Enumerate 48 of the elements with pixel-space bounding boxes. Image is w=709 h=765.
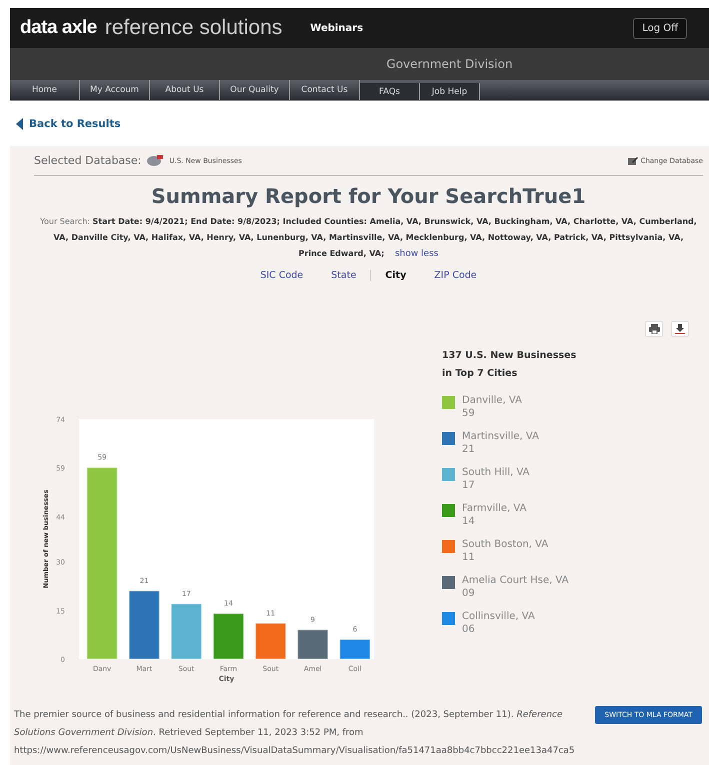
bar bbox=[212, 613, 244, 660]
legend-count: 06 bbox=[462, 624, 476, 635]
bar bbox=[128, 590, 160, 660]
legend-city: Danville, VA bbox=[462, 395, 522, 406]
report-title: Summary Report for Your SearchTrue1 bbox=[150, 184, 587, 208]
legend-count: 59 bbox=[462, 408, 476, 419]
legend-subtitle: in Top 7 Cities bbox=[442, 367, 518, 381]
view-tab[interactable]: SIC Code bbox=[246, 270, 318, 281]
legend-title: 137 U.S. New Businesses bbox=[442, 349, 576, 363]
webinars-link[interactable]: Webinars bbox=[310, 22, 364, 34]
bar bbox=[170, 603, 202, 660]
product-name: reference solutions bbox=[104, 16, 282, 40]
nav-tab[interactable]: Home bbox=[10, 80, 80, 100]
show-less-link[interactable]: show less bbox=[394, 249, 438, 259]
nav-tab[interactable]: FAQs bbox=[360, 83, 420, 100]
bar bbox=[255, 622, 286, 660]
logo: data axle bbox=[20, 17, 97, 39]
view-tab[interactable]: State bbox=[317, 270, 370, 281]
download-icon[interactable] bbox=[671, 321, 689, 337]
log-off-button[interactable]: Log Off bbox=[633, 18, 687, 38]
nav-tab[interactable]: My Accoum bbox=[80, 80, 150, 100]
bar bbox=[339, 639, 370, 660]
legend-count: 11 bbox=[462, 552, 476, 563]
database-icon bbox=[147, 155, 164, 166]
back-arrow-icon bbox=[16, 118, 23, 130]
legend-city: Farmville, VA bbox=[462, 503, 526, 514]
legend-city: Collinsville, VA bbox=[462, 611, 535, 622]
back-link[interactable]: Back to Results bbox=[29, 118, 121, 130]
legend-count: 14 bbox=[462, 516, 476, 527]
legend-count: 09 bbox=[462, 588, 476, 599]
view-tab[interactable]: ZIP Code bbox=[420, 270, 491, 281]
search-summary: Your Search: Start Date: 9/4/2021; End Date: 9/8/2023; Included Counties: Amelia, VA, Brunswick, VA, Buckingham, VA, Charlotte, VA, Cumberland, VA, Danville City, VA, Halifax, VA, Henry, VA, Lunenburg, VA, Martinsville, VA, Mecklenburg, VA, Nottoway, VA, Patrick, VA, Pittsylvania, VA, Prince Edward, VA; show less bbox=[39, 216, 698, 261]
database-label: Selected Database: bbox=[34, 154, 142, 167]
nav-tab[interactable]: About Us bbox=[150, 80, 220, 100]
citation-text: The premier source of business and residential information for reference and research.. (2023, September 11). Reference Solutions Government Division. Retrieved September 11, 2023 3:52 PM, from https://www.referenceusagov.com/UsNewBusiness/VisualDataSummary/Visualisation/fa51471aa8bb4c7bbcc221ee13a47ca5 bbox=[14, 709, 575, 758]
view-tab[interactable]: City bbox=[370, 270, 420, 281]
legend-count: 17 bbox=[462, 480, 476, 491]
legend-city: Martinsville, VA bbox=[462, 431, 539, 442]
legend-city: Amelia Court Hse, VA bbox=[462, 575, 569, 586]
edit-icon bbox=[628, 156, 638, 164]
legend-city: South Boston, VA bbox=[462, 539, 548, 550]
legend-city: South Hill, VA bbox=[462, 467, 530, 478]
legend-count: 21 bbox=[462, 444, 476, 455]
nav-tab[interactable]: Job Help bbox=[420, 83, 480, 100]
print-icon[interactable] bbox=[645, 321, 663, 337]
bar bbox=[297, 629, 328, 660]
division-title: Government Division bbox=[386, 57, 513, 71]
nav-tab[interactable]: Our Quality bbox=[220, 80, 290, 100]
